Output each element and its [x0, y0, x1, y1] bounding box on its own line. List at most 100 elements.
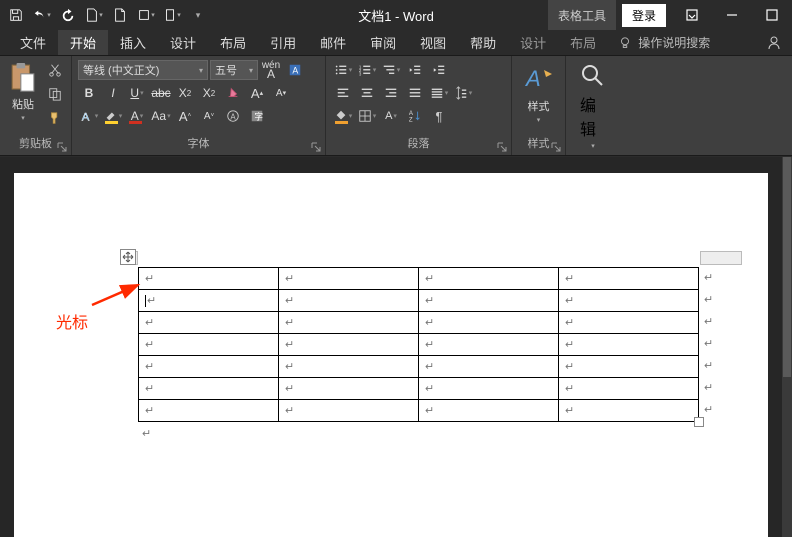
vertical-scrollbar[interactable]	[782, 157, 792, 537]
styles-button[interactable]: A 样式 ▾	[518, 60, 559, 126]
align-left-button[interactable]	[332, 83, 354, 103]
table-row[interactable]: ↵↵↵↵	[139, 290, 699, 312]
tell-me-search[interactable]: 操作说明搜索	[608, 30, 720, 55]
table-cell[interactable]: ↵	[559, 334, 699, 356]
format-painter-button[interactable]	[44, 108, 66, 128]
underline-button[interactable]: U▾	[126, 83, 148, 103]
tab-references[interactable]: 引用	[258, 30, 308, 55]
table-cell[interactable]: ↵	[279, 268, 419, 290]
borders-button[interactable]: ▾	[356, 106, 378, 126]
strikethrough-button[interactable]: abc	[150, 83, 172, 103]
table-move-handle[interactable]	[120, 249, 136, 265]
tab-home[interactable]: 开始	[58, 30, 108, 55]
paste-button[interactable]: 粘贴 ▾	[6, 60, 40, 124]
table-cell[interactable]: ↵	[559, 400, 699, 422]
table-cell[interactable]: ↵	[559, 290, 699, 312]
distribute-button[interactable]: ▾	[428, 83, 450, 103]
table-cell[interactable]: ↵	[419, 312, 559, 334]
tab-file[interactable]: 文件	[8, 30, 58, 55]
table-row[interactable]: ↵↵↵↵	[139, 378, 699, 400]
multilevel-button[interactable]: ▾	[380, 60, 402, 80]
table-cell[interactable]: ↵	[559, 356, 699, 378]
align-center-button[interactable]	[356, 83, 378, 103]
table-cell[interactable]: ↵	[279, 312, 419, 334]
qat-customize-button[interactable]: ▾	[186, 3, 210, 27]
table-cell[interactable]: ↵	[279, 378, 419, 400]
char-shading-button[interactable]: 字	[246, 106, 268, 126]
font-launcher[interactable]	[310, 140, 322, 152]
table-cell[interactable]: ↵	[279, 400, 419, 422]
copy-button[interactable]	[44, 84, 66, 104]
justify-button[interactable]	[404, 83, 426, 103]
font-color-button[interactable]: A▾	[126, 106, 148, 126]
superscript-button[interactable]: X2	[198, 83, 220, 103]
table-cell[interactable]: ↵	[139, 312, 279, 334]
table-cell[interactable]: ↵	[559, 268, 699, 290]
minimize-button[interactable]	[712, 0, 752, 30]
table-cell[interactable]: ↵	[419, 290, 559, 312]
redo-button[interactable]	[56, 3, 80, 27]
qat-item-button[interactable]: ▾	[160, 3, 184, 27]
shading-button[interactable]: ▾	[332, 106, 354, 126]
table-row[interactable]: ↵↵↵↵	[139, 400, 699, 422]
table-resize-handle[interactable]	[694, 417, 704, 427]
table-cell[interactable]: ↵	[139, 290, 279, 312]
table-cell[interactable]: ↵	[139, 400, 279, 422]
table-cell[interactable]: ↵	[139, 334, 279, 356]
table-cell[interactable]: ↵	[419, 400, 559, 422]
line-spacing-button[interactable]: ▾	[452, 83, 474, 103]
enclose-char-button[interactable]: A	[222, 106, 244, 126]
table-cell[interactable]: ↵	[419, 268, 559, 290]
table-cell[interactable]: ↵	[279, 334, 419, 356]
char-border-button[interactable]: A	[284, 60, 306, 80]
clear-format-button[interactable]	[222, 83, 244, 103]
table-row[interactable]: ↵↵↵↵	[139, 356, 699, 378]
table-cell[interactable]: ↵	[139, 356, 279, 378]
tab-help[interactable]: 帮助	[458, 30, 508, 55]
table-cell[interactable]: ↵	[139, 268, 279, 290]
paragraph-launcher[interactable]	[496, 140, 508, 152]
table-cell[interactable]: ↵	[559, 312, 699, 334]
clipboard-launcher[interactable]	[56, 140, 68, 152]
text-effects-button[interactable]: A▾	[78, 106, 100, 126]
styles-launcher[interactable]	[550, 140, 562, 152]
tab-review[interactable]: 审阅	[358, 30, 408, 55]
share-button[interactable]	[756, 30, 792, 55]
tab-table-design[interactable]: 设计	[508, 30, 558, 55]
numbering-button[interactable]: 123▾	[356, 60, 378, 80]
open-button[interactable]	[108, 3, 132, 27]
word-table[interactable]: ↵↵↵↵↵↵↵↵↵↵↵↵↵↵↵↵↵↵↵↵↵↵↵↵↵↵↵↵	[138, 267, 699, 422]
table-cell[interactable]: ↵	[559, 378, 699, 400]
table-cell[interactable]: ↵	[419, 378, 559, 400]
grow-font-button[interactable]: A▴	[246, 83, 268, 103]
tab-view[interactable]: 视图	[408, 30, 458, 55]
login-button[interactable]: 登录	[622, 4, 666, 27]
tab-design[interactable]: 设计	[158, 30, 208, 55]
italic-button[interactable]: I	[102, 83, 124, 103]
tab-mailings[interactable]: 邮件	[308, 30, 358, 55]
save-button[interactable]	[4, 3, 28, 27]
bold-button[interactable]: B	[78, 83, 100, 103]
table-cell[interactable]: ↵	[419, 356, 559, 378]
new-doc-button[interactable]: ▾	[82, 3, 106, 27]
tab-table-layout[interactable]: 布局	[558, 30, 608, 55]
table-cell[interactable]: ↵	[279, 290, 419, 312]
table-cell[interactable]: ↵	[139, 378, 279, 400]
undo-button[interactable]: ▾	[30, 3, 54, 27]
char-scale-grow-button[interactable]: A˄	[174, 106, 196, 126]
char-scale-shrink-button[interactable]: A˅	[198, 106, 220, 126]
align-right-button[interactable]	[380, 83, 402, 103]
font-size-combo[interactable]: 五号▾	[210, 60, 258, 80]
tab-layout[interactable]: 布局	[208, 30, 258, 55]
tab-insert[interactable]: 插入	[108, 30, 158, 55]
maximize-button[interactable]	[752, 0, 792, 30]
bullets-button[interactable]: ▾	[332, 60, 354, 80]
highlight-button[interactable]: ▾	[102, 106, 124, 126]
font-name-combo[interactable]: 等线 (中文正文)▾	[78, 60, 208, 80]
table-cell[interactable]: ↵	[279, 356, 419, 378]
page[interactable]: ↵↵↵↵↵↵↵↵↵↵↵↵↵↵↵↵↵↵↵↵↵↵↵↵↵↵↵↵ ↵ ↵ ↵ ↵ ↵ ↵…	[14, 173, 768, 537]
scroll-thumb[interactable]	[783, 157, 791, 377]
asian-layout-button[interactable]: A▾	[380, 106, 402, 126]
sort-button[interactable]: AZ	[404, 106, 426, 126]
table-cell[interactable]: ↵	[419, 334, 559, 356]
